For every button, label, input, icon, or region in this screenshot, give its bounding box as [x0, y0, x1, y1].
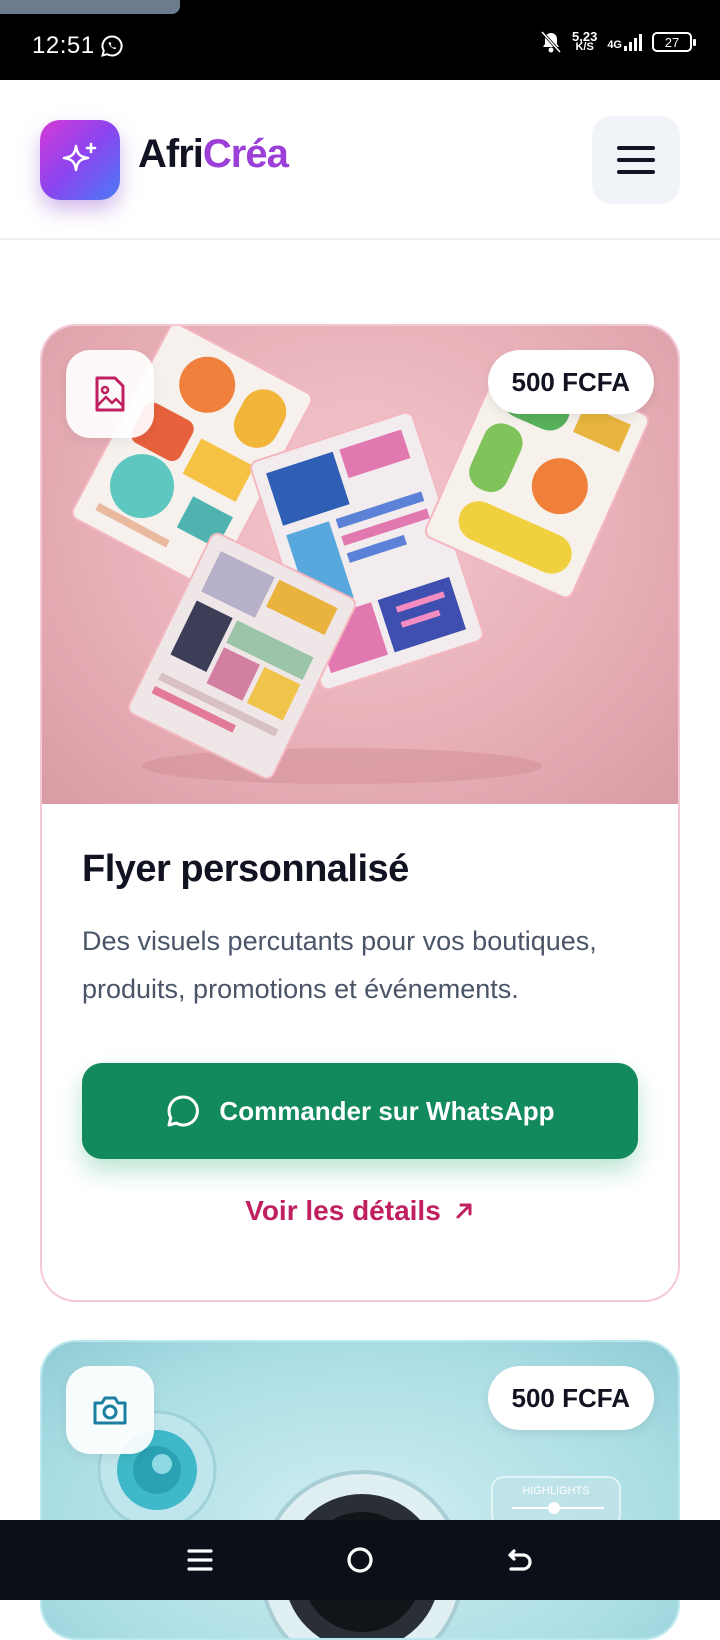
order-whatsapp-label: Commander sur WhatsApp — [219, 1095, 555, 1126]
camera-icon — [93, 1396, 127, 1425]
price-badge: 500 FCFA — [487, 350, 654, 414]
network-type: 4G — [607, 39, 622, 51]
app-header: AfriCréa — [0, 80, 720, 240]
view-details-link[interactable]: Voir les détails — [82, 1195, 638, 1227]
status-time: 12:51 — [32, 32, 95, 59]
menu-button[interactable] — [592, 116, 680, 204]
home-button[interactable] — [336, 1536, 384, 1584]
status-bar: 12:51 5,23 K/S 4G 27 — [0, 0, 720, 80]
hamburger-icon — [617, 146, 655, 150]
sparkle-icon — [62, 142, 97, 172]
highlights-label: HIGHLIGHTS — [522, 1485, 589, 1497]
price-badge: 500 FCFA — [487, 1366, 654, 1430]
signal-bars-icon — [624, 33, 642, 51]
bell-muted-icon — [540, 30, 562, 54]
hamburger-line — [617, 170, 655, 174]
status-right-cluster: 5,23 K/S 4G 27 — [540, 30, 696, 54]
back-button[interactable] — [496, 1536, 544, 1584]
product-card: 500 FCFA Flyer personnalisé Des visuels … — [40, 324, 680, 1302]
speed-unit: K/S — [575, 41, 594, 53]
view-details-label: Voir les détails — [245, 1195, 441, 1226]
image-file-icon — [95, 376, 125, 412]
brand-name[interactable]: AfriCréa — [138, 132, 289, 177]
hamburger-line — [617, 158, 655, 162]
camera-badge — [66, 1366, 154, 1454]
brand-name-part2: Créa — [202, 132, 289, 176]
arrow-up-right-icon — [456, 1203, 472, 1219]
battery-icon: 27 — [652, 32, 696, 52]
recents-icon — [187, 1549, 213, 1571]
whatsapp-notification-icon — [101, 35, 123, 57]
image-file-badge — [66, 350, 154, 438]
product-image[interactable]: 500 FCFA — [42, 326, 678, 804]
status-pill — [0, 0, 180, 14]
product-title: Flyer personnalisé — [82, 848, 409, 890]
back-arrow-icon — [508, 1549, 532, 1571]
battery-level: 27 — [664, 34, 680, 50]
recent-apps-button[interactable] — [176, 1536, 224, 1584]
product-description: Des visuels percutants pour vos boutique… — [82, 926, 597, 1004]
network-speed: 5,23 K/S — [572, 30, 597, 53]
home-circle-icon — [347, 1547, 373, 1573]
chat-bubble-icon — [167, 1095, 200, 1127]
cellular-signal: 4G — [607, 33, 642, 51]
brand-name-part1: Afri — [138, 132, 204, 176]
order-whatsapp-button[interactable]: Commander sur WhatsApp — [82, 1063, 638, 1159]
product-content: Flyer personnalisé Des visuels percutant… — [42, 804, 678, 1227]
system-navigation-bar — [0, 1520, 720, 1600]
brand-logo[interactable] — [40, 120, 120, 200]
